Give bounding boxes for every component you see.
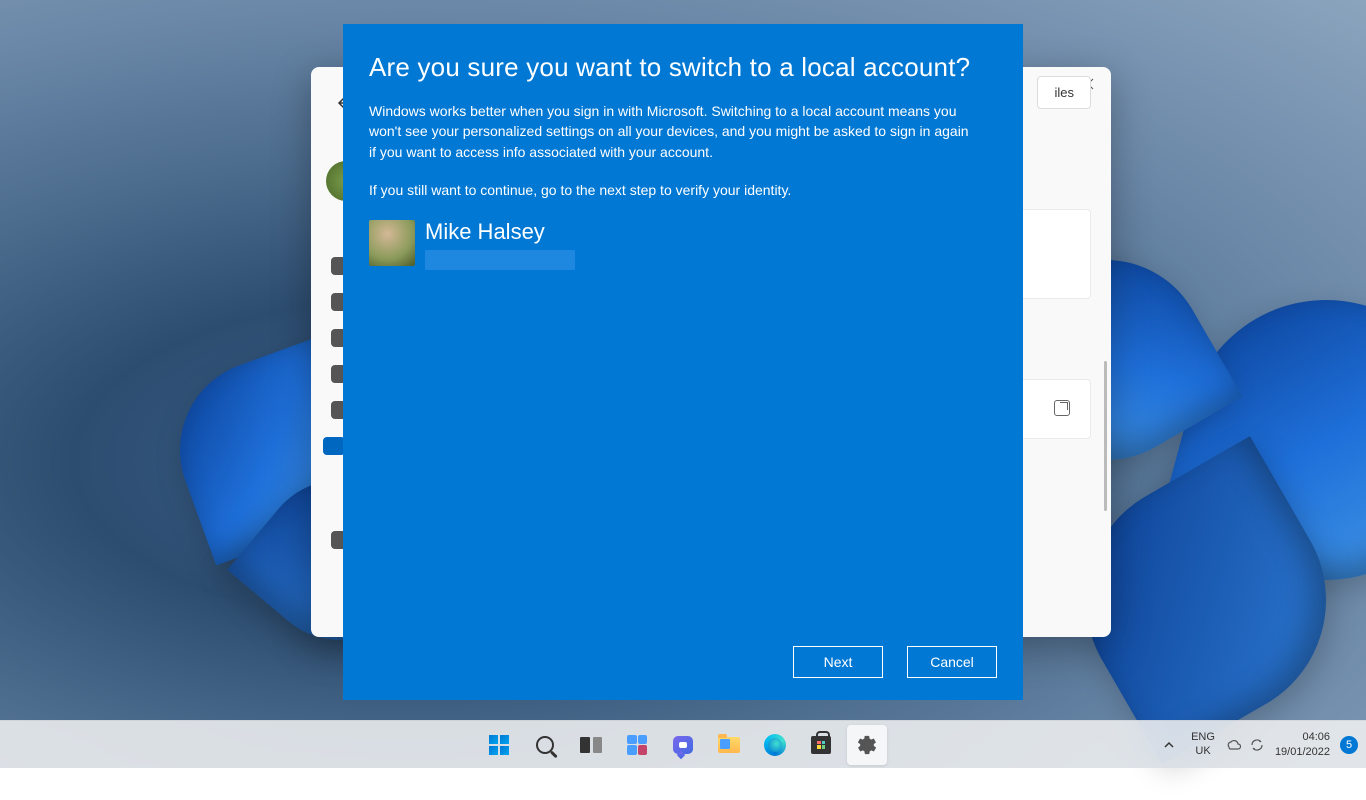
search-button[interactable] <box>525 725 565 765</box>
widgets-button[interactable] <box>617 725 657 765</box>
taskbar-center <box>479 725 887 765</box>
folder-icon <box>718 737 740 753</box>
store-button[interactable] <box>801 725 841 765</box>
taskbar: ENG UK 04:06 19/01/2022 5 <box>0 720 1366 768</box>
user-email-redacted <box>425 250 575 270</box>
tray-overflow-button[interactable] <box>1157 733 1181 757</box>
taskbar-tray: ENG UK 04:06 19/01/2022 5 <box>1157 721 1358 768</box>
start-button[interactable] <box>479 725 519 765</box>
sidebar-item-active[interactable] <box>323 437 345 455</box>
task-view-button[interactable] <box>571 725 611 765</box>
chat-icon <box>673 736 693 754</box>
profiles-button[interactable]: iles <box>1037 76 1091 109</box>
switch-account-dialog: Are you sure you want to switch to a loc… <box>343 24 1023 700</box>
language-indicator[interactable]: ENG UK <box>1191 731 1215 757</box>
user-avatar <box>369 220 415 266</box>
system-tray-icons[interactable] <box>1225 737 1265 753</box>
dialog-title: Are you sure you want to switch to a loc… <box>369 52 997 83</box>
store-icon <box>811 736 831 754</box>
file-explorer-button[interactable] <box>709 725 749 765</box>
next-button[interactable]: Next <box>793 646 883 678</box>
edge-icon <box>764 734 786 756</box>
external-link-icon <box>1054 400 1070 416</box>
settings-taskbar-button[interactable] <box>847 725 887 765</box>
user-info-row: Mike Halsey <box>369 220 997 270</box>
user-display-name: Mike Halsey <box>425 220 575 244</box>
edge-button[interactable] <box>755 725 795 765</box>
sync-icon <box>1249 737 1265 753</box>
dialog-body: Windows works better when you sign in wi… <box>369 101 974 162</box>
widgets-icon <box>627 735 647 755</box>
dialog-continue-text: If you still want to continue, go to the… <box>369 180 974 200</box>
gear-icon <box>856 734 878 756</box>
clock[interactable]: 04:06 19/01/2022 <box>1275 730 1330 759</box>
cancel-button[interactable]: Cancel <box>907 646 997 678</box>
task-view-icon <box>580 737 602 753</box>
scrollbar[interactable] <box>1104 361 1107 511</box>
notification-badge[interactable]: 5 <box>1340 736 1358 754</box>
onedrive-icon <box>1225 737 1241 753</box>
chat-button[interactable] <box>663 725 703 765</box>
search-icon <box>536 736 554 754</box>
